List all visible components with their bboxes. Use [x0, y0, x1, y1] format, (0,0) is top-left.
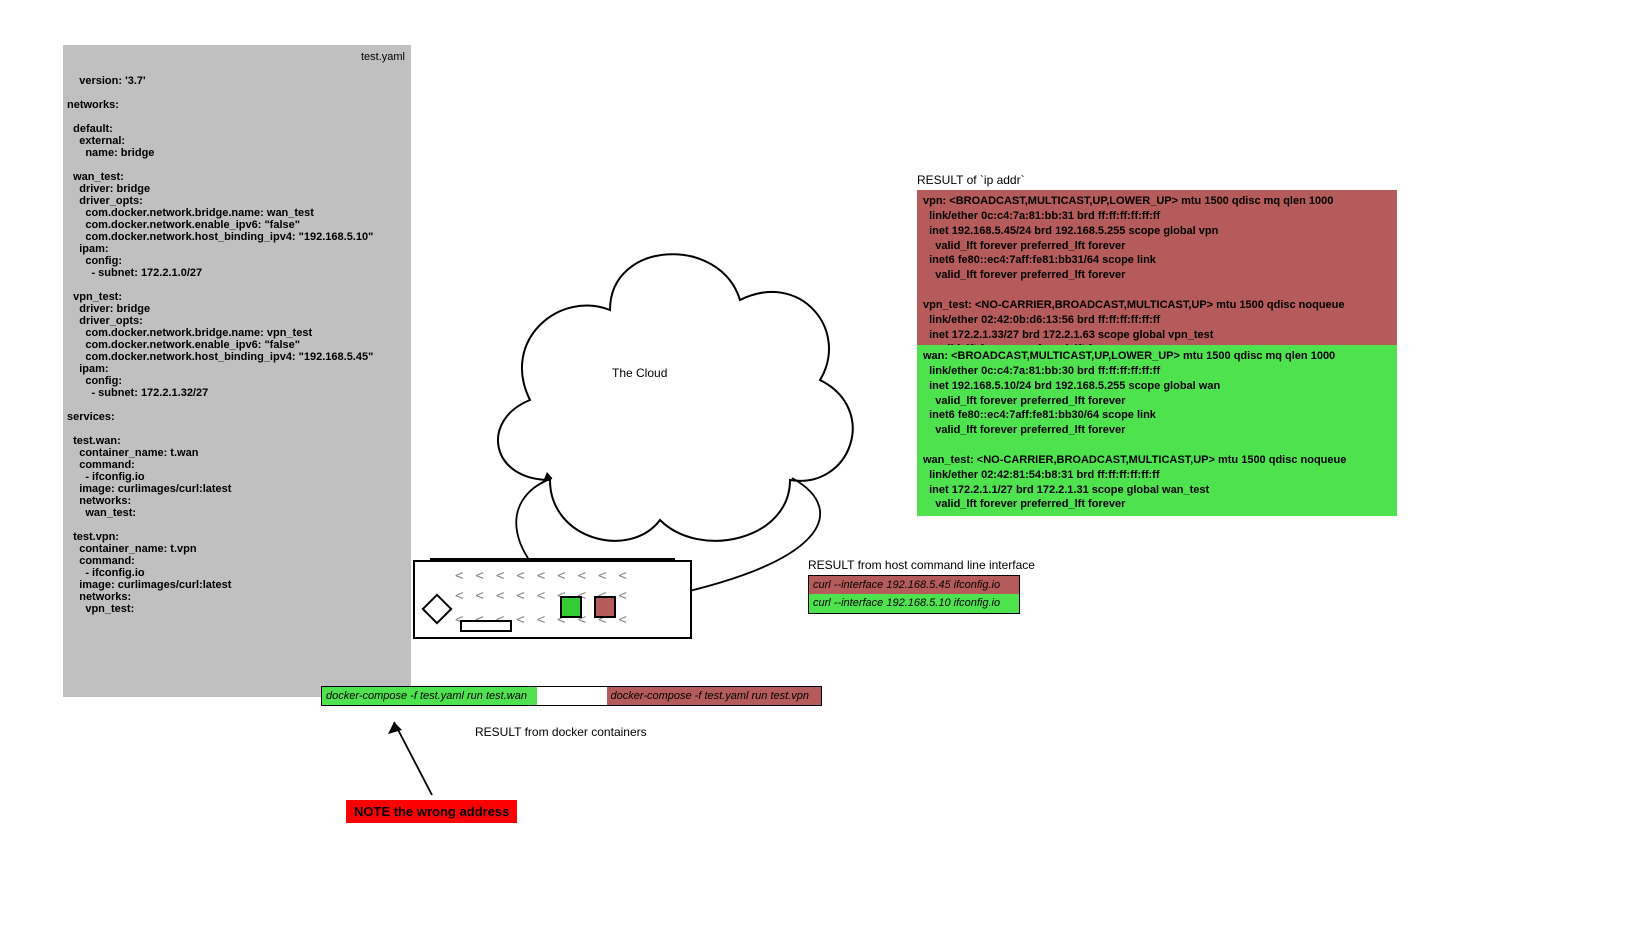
device-port-vpn	[594, 596, 616, 618]
host-cli-vpn: curl --interface 192.168.5.45 ifconfig.i…	[809, 576, 1019, 594]
docker-caption: RESULT from docker containers	[475, 725, 647, 739]
ipaddr-title: RESULT of `ip addr`	[917, 173, 1025, 187]
docker-result-gap	[537, 687, 607, 705]
host-cli-box: curl --interface 192.168.5.45 ifconfig.i…	[808, 575, 1020, 614]
ipaddr-vpn-block: vpn: <BROADCAST,MULTICAST,UP,LOWER_UP> m…	[917, 190, 1397, 361]
docker-result-vpn: docker-compose -f test.yaml run test.vpn	[607, 687, 822, 705]
ipaddr-wan-block: wan: <BROADCAST,MULTICAST,UP,LOWER_UP> m…	[917, 345, 1397, 516]
cloud-shape	[498, 254, 853, 541]
host-cli-title: RESULT from host command line interface	[808, 558, 1035, 572]
host-cli-wan: curl --interface 192.168.5.10 ifconfig.i…	[809, 594, 1019, 612]
device-port-wan	[560, 596, 582, 618]
wrong-address-note: NOTE the wrong address	[346, 800, 517, 823]
docker-result-box: docker-compose -f test.yaml run test.wan…	[321, 686, 822, 706]
docker-result-wan: docker-compose -f test.yaml run test.wan	[322, 687, 537, 705]
arrow-note-line	[394, 722, 432, 795]
diagram-canvas: test.yaml version: '3.7' networks: defau…	[0, 0, 1642, 931]
cloud-label: The Cloud	[612, 366, 667, 380]
device-vent-row1: <<<<<<<<<	[455, 568, 683, 584]
device-slot	[460, 620, 512, 632]
